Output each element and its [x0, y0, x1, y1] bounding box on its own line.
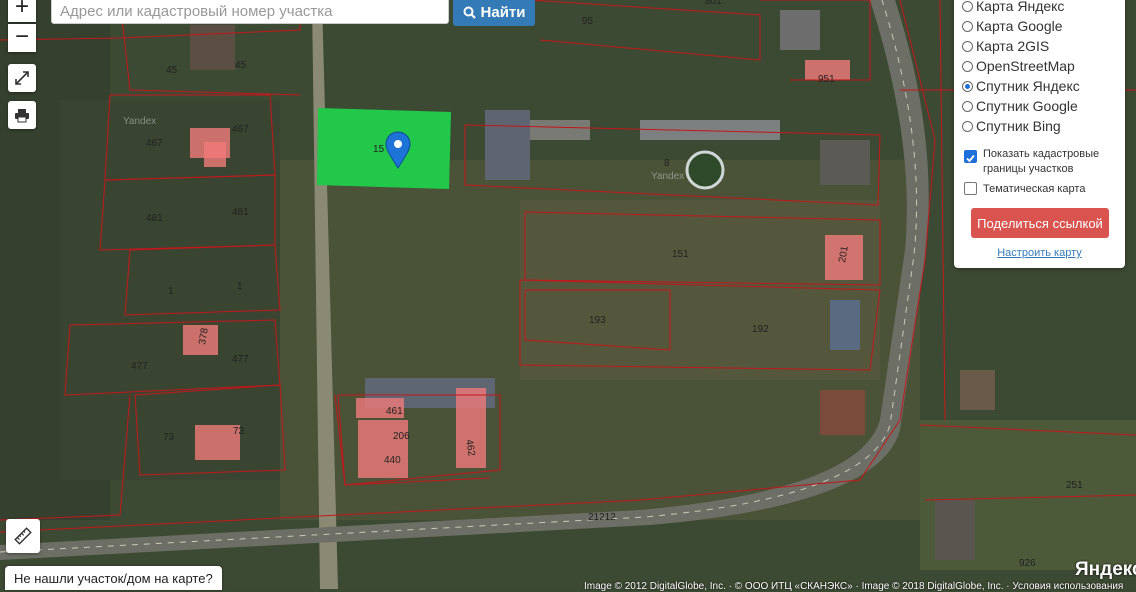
parcel-label: 467 [146, 138, 163, 149]
parcel-label: 8 [664, 158, 670, 169]
layer-option-2gis-map[interactable]: Карта 2GIS [962, 36, 1049, 56]
parcel-label: 461 [386, 406, 403, 417]
parcel-label: 251 [1066, 480, 1083, 491]
radio-icon [962, 0, 973, 12]
radio-icon [962, 20, 973, 32]
layer-option-openstreetmap[interactable]: OpenStreetMap [962, 56, 1075, 76]
layers-panel: Карта Яндекс Карта Google Карта 2GIS Ope… [954, 0, 1125, 268]
search-button[interactable]: Найти [453, 0, 535, 26]
parcel-label: 151 [672, 249, 689, 260]
parcel-label: 193 [589, 315, 606, 326]
parcel-label: 477 [131, 361, 148, 372]
search-icon [463, 6, 476, 19]
parcel-label: 951 [818, 74, 835, 85]
layer-label: OpenStreetMap [976, 58, 1075, 74]
print-icon [15, 109, 29, 123]
layer-option-google-map[interactable]: Карта Google [962, 16, 1063, 36]
parcel-label: 206 [393, 431, 410, 442]
ruler-icon [14, 527, 32, 545]
share-link-button[interactable]: Поделиться ссылкой [971, 208, 1109, 238]
search-button-label: Найти [480, 3, 526, 21]
parcel-label: 73 [233, 426, 245, 437]
parcel-label: 15 [373, 144, 385, 155]
layer-label: Карта Google [976, 18, 1063, 34]
parcel-label: 477 [232, 354, 249, 365]
expand-icon [15, 71, 29, 85]
layer-option-yandex-satellite[interactable]: Спутник Яндекс [962, 76, 1080, 96]
layer-label: Карта Яндекс [976, 0, 1065, 14]
radio-selected-icon [962, 80, 973, 92]
radio-icon [962, 60, 973, 72]
parcel-label: 73 [163, 432, 175, 443]
layer-label: Спутник Google [976, 98, 1078, 114]
parcel-label: 1 [168, 286, 174, 297]
parcel-label: 926 [1019, 558, 1036, 569]
watermark: Yandex [123, 116, 156, 127]
fullscreen-button[interactable] [8, 64, 36, 92]
layer-label: Спутник Яндекс [976, 78, 1080, 94]
configure-map-link[interactable]: Настроить карту [954, 247, 1125, 259]
not-found-button[interactable]: Не нашли участок/дом на карте? [5, 566, 222, 590]
zoom-out-button[interactable]: − [8, 24, 36, 52]
search-input[interactable] [51, 0, 449, 24]
parcel-label: 481 [146, 213, 163, 224]
map-attribution[interactable]: Image © 2012 DigitalGlobe, Inc. · © ООО … [584, 581, 1123, 592]
parcel-label: 45 [166, 65, 178, 76]
thematic-map-label: Тематическая карта [983, 183, 1086, 195]
radio-icon [962, 40, 973, 52]
road-label: 21212 [588, 512, 616, 523]
parcel-label: 45 [235, 60, 247, 71]
layer-option-yandex-map[interactable]: Карта Яндекс [962, 0, 1064, 16]
radio-icon [962, 100, 973, 112]
ruler-button[interactable] [6, 519, 40, 553]
yandex-logo[interactable]: Яндекс [1075, 559, 1136, 581]
zoom-in-button[interactable]: + [8, 0, 36, 22]
parcel-label: 801 [705, 0, 722, 7]
checkmark-icon [966, 154, 975, 163]
layer-option-bing-satellite[interactable]: Спутник Bing [962, 116, 1061, 136]
parcel-label: 440 [384, 455, 401, 466]
show-cadastral-label: Показать кадастровые границы участков [983, 148, 1100, 175]
thematic-map-checkbox[interactable] [964, 182, 977, 195]
parcel-label: 481 [232, 207, 249, 218]
watermark: Yandex [651, 171, 684, 182]
layer-option-google-satellite[interactable]: Спутник Google [962, 96, 1078, 116]
parcel-label: 192 [752, 324, 769, 335]
parcel-label: 1 [237, 281, 243, 292]
radio-icon [962, 120, 973, 132]
show-cadastral-checkbox[interactable] [964, 150, 977, 163]
parcel-label: 467 [232, 124, 249, 135]
parcel-label: 95 [582, 16, 594, 27]
print-button[interactable] [8, 101, 36, 129]
layer-label: Карта 2GIS [976, 38, 1050, 54]
layer-label: Спутник Bing [976, 118, 1061, 134]
